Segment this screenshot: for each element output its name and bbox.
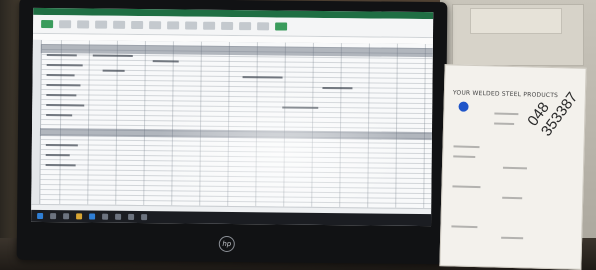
printed-text-line: [502, 166, 527, 170]
handwritten-code: 048 353387: [524, 79, 581, 139]
monitor-screen: [31, 7, 434, 227]
printed-text-line: [453, 155, 476, 159]
spreadsheet-grid: [31, 39, 433, 224]
blue-pushpin: [458, 101, 469, 112]
monitor: hp: [16, 0, 448, 265]
hp-logo: hp: [218, 235, 235, 253]
printed-text-line: [494, 112, 519, 116]
printed-text-line: [453, 145, 480, 149]
printed-text-line: [451, 225, 478, 229]
printed-text-line: [494, 122, 515, 126]
screen-glare: [151, 81, 413, 224]
photo-scene: hp YOUR WELDED STEEL PRODUCTS 048 353387: [0, 0, 596, 270]
shelf-box: [470, 8, 562, 34]
printed-text-line: [501, 236, 524, 240]
row-header-column: [31, 39, 42, 204]
printed-text-line: [452, 185, 481, 189]
printed-text-line: [502, 196, 523, 200]
product-sign: YOUR WELDED STEEL PRODUCTS 048 353387: [439, 64, 587, 270]
